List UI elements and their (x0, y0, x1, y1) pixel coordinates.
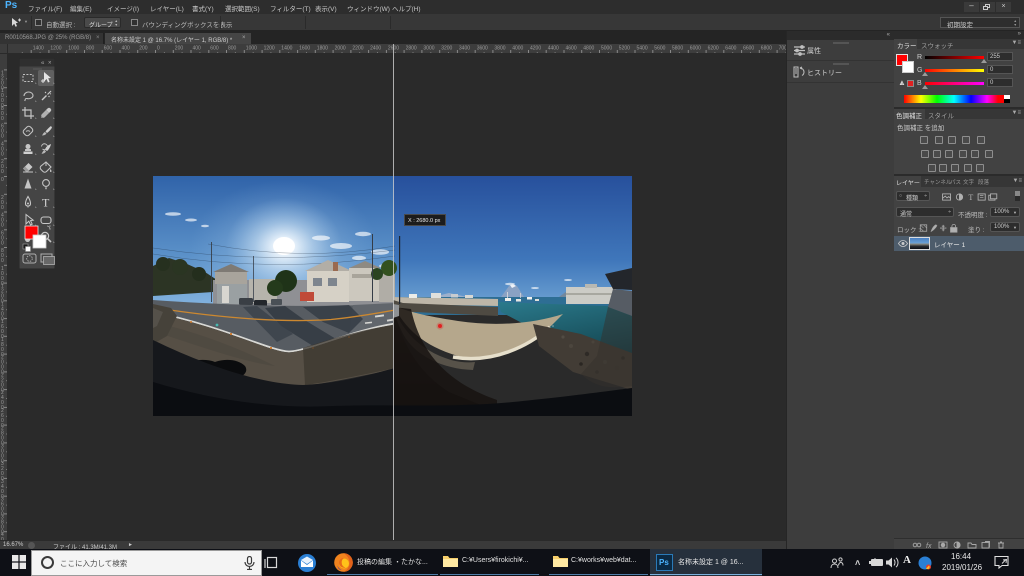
svg-text:5800: 5800 (672, 46, 683, 52)
svg-text:3400: 3400 (459, 46, 470, 52)
svg-text:0: 0 (1, 240, 4, 246)
svg-text:0: 0 (157, 46, 160, 52)
svg-text:2200: 2200 (352, 46, 363, 52)
svg-text:6600: 6600 (743, 46, 754, 52)
svg-text:T: T (42, 196, 50, 210)
svg-text:0: 0 (1, 205, 4, 211)
svg-text:0: 0 (1, 134, 4, 140)
svg-text:5200: 5200 (619, 46, 630, 52)
svg-text:6400: 6400 (725, 46, 736, 52)
svg-text:200: 200 (175, 46, 184, 52)
svg-text:1200: 1200 (264, 46, 275, 52)
svg-text:400: 400 (193, 46, 202, 52)
svg-text:3200: 3200 (441, 46, 452, 52)
svg-text:4800: 4800 (583, 46, 594, 52)
svg-text:6200: 6200 (708, 46, 719, 52)
svg-text:1000: 1000 (246, 46, 257, 52)
svg-text:5400: 5400 (637, 46, 648, 52)
svg-text:1000: 1000 (68, 46, 79, 52)
svg-text:200: 200 (139, 46, 148, 52)
svg-text:5000: 5000 (601, 46, 612, 52)
svg-text:0: 0 (1, 152, 4, 158)
svg-text:4400: 4400 (548, 46, 559, 52)
svg-text:6800: 6800 (761, 46, 772, 52)
svg-text:T: T (968, 193, 973, 201)
svg-text:3000: 3000 (423, 46, 434, 52)
svg-text:3600: 3600 (477, 46, 488, 52)
svg-text:1200: 1200 (50, 46, 61, 52)
svg-text:800: 800 (86, 46, 95, 52)
svg-text:2400: 2400 (370, 46, 381, 52)
svg-text:0: 0 (1, 169, 4, 175)
svg-text:0: 0 (1, 116, 4, 122)
svg-text:6000: 6000 (690, 46, 701, 52)
svg-text:0: 0 (1, 177, 4, 183)
svg-text:3800: 3800 (494, 46, 505, 52)
svg-text:0: 0 (1, 223, 4, 229)
svg-text:600: 600 (104, 46, 113, 52)
svg-text:600: 600 (210, 46, 219, 52)
svg-text:7000: 7000 (779, 46, 786, 52)
svg-text:1400: 1400 (33, 46, 44, 52)
svg-text:4200: 4200 (530, 46, 541, 52)
svg-text:400: 400 (122, 46, 131, 52)
svg-text:2000: 2000 (335, 46, 346, 52)
svg-text:1400: 1400 (281, 46, 292, 52)
svg-text:×: × (48, 61, 52, 67)
svg-text:4000: 4000 (512, 46, 523, 52)
svg-text:0: 0 (1, 258, 4, 264)
svg-text:2800: 2800 (406, 46, 417, 52)
svg-text:5600: 5600 (654, 46, 665, 52)
svg-text:800: 800 (228, 46, 237, 52)
svg-text:4600: 4600 (566, 46, 577, 52)
svg-text:1800: 1800 (317, 46, 328, 52)
svg-text:1600: 1600 (299, 46, 310, 52)
